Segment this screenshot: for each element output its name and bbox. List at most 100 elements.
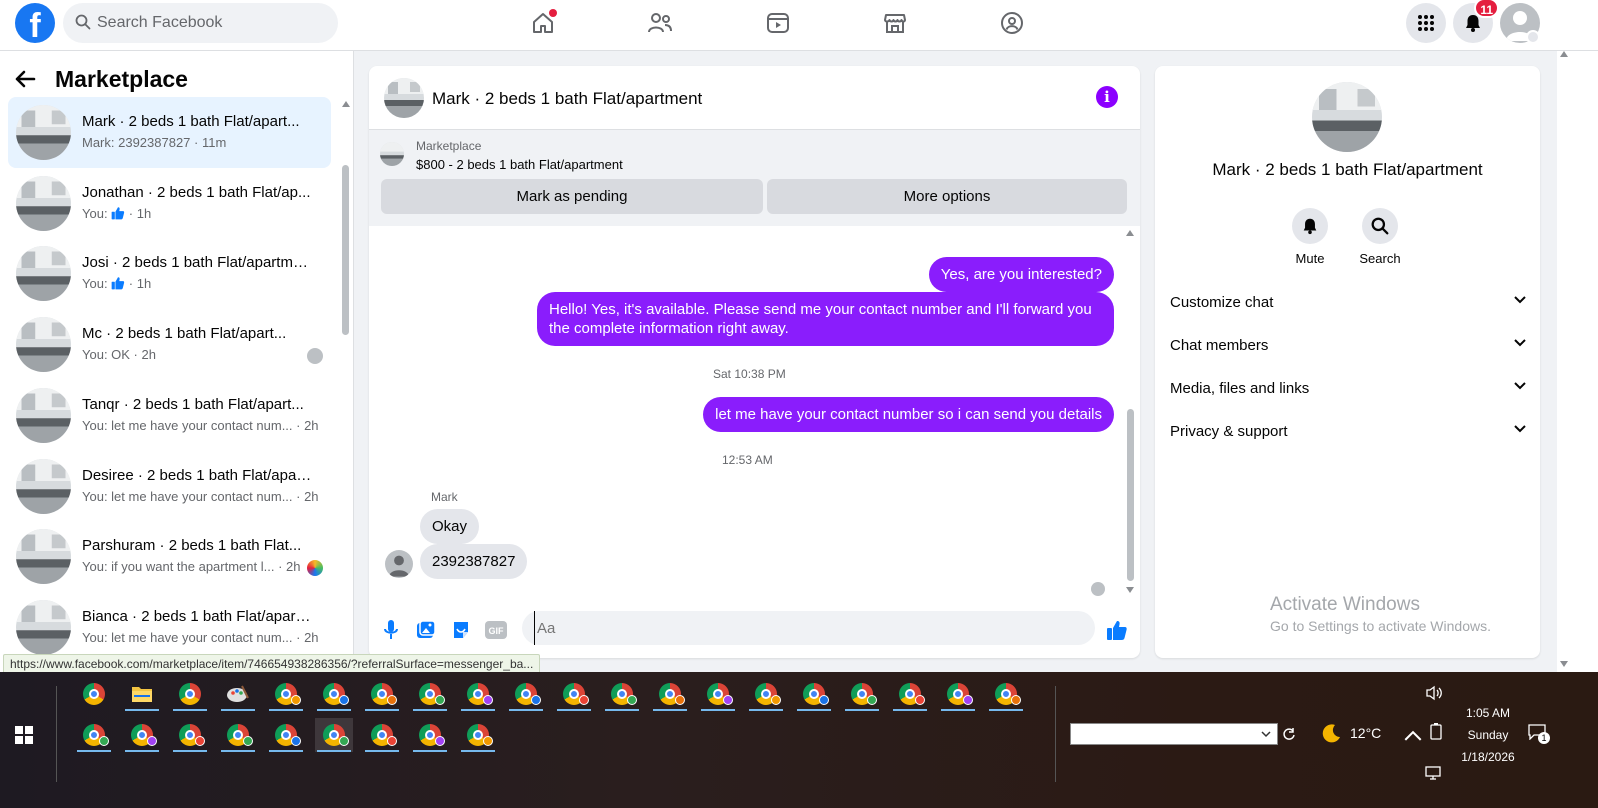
more-options-button[interactable]: More options: [767, 179, 1127, 214]
nav-friends[interactable]: [642, 7, 678, 39]
chat-header: Mark · 2 beds 1 bath Flat/apartment i: [369, 66, 1140, 130]
nav-groups[interactable]: [994, 7, 1030, 39]
scroll-down-arrow-icon[interactable]: [1560, 661, 1568, 667]
scroll-down-arrow-icon[interactable]: [1126, 587, 1134, 593]
taskbar-chrome-window[interactable]: [363, 718, 401, 752]
message-field[interactable]: [522, 611, 1095, 645]
taskbar-chrome-window[interactable]: [555, 677, 593, 711]
nav-video[interactable]: [760, 7, 796, 39]
taskbar-chrome-window[interactable]: [75, 677, 113, 711]
volume-icon[interactable]: [1425, 684, 1443, 702]
scroll-up-arrow-icon[interactable]: [342, 101, 350, 107]
mute-button[interactable]: Mute: [1280, 208, 1340, 266]
message-incoming[interactable]: Okay: [420, 509, 480, 544]
action-center-button[interactable]: 1: [1528, 724, 1550, 744]
taskbar-chrome-window[interactable]: [843, 677, 881, 711]
conversation-item[interactable]: Mark · 2 beds 1 bath Flat/apart... Mark: …: [8, 97, 331, 168]
nav-home[interactable]: [525, 7, 561, 39]
taskbar-chrome-window[interactable]: [171, 677, 209, 711]
photo-icon[interactable]: [414, 618, 438, 642]
taskbar-chrome-window[interactable]: [459, 718, 497, 752]
refresh-icon[interactable]: [1282, 727, 1296, 741]
conversation-item[interactable]: Bianca · 2 beds 1 bath Flat/apart... You:…: [8, 592, 331, 663]
taskbar-chrome-window[interactable]: [363, 677, 401, 711]
taskbar-paint[interactable]: [219, 677, 257, 711]
taskbar-chrome-window[interactable]: [315, 718, 353, 752]
listing-mini-thumbnail[interactable]: [380, 142, 404, 166]
windows-start-icon[interactable]: [15, 726, 33, 744]
conversation-item[interactable]: Josi · 2 beds 1 bath Flat/apartme... You:…: [8, 238, 331, 309]
system-clock[interactable]: 1:05 AM Sunday 1/18/2026: [1448, 702, 1528, 768]
taskbar-chrome-window[interactable]: [939, 677, 977, 711]
info-section-row[interactable]: Chat members: [1170, 331, 1526, 361]
sidebar-scrollbar[interactable]: [342, 101, 350, 686]
taskbar-chrome-window[interactable]: [747, 677, 785, 711]
profile-badge-icon: [387, 695, 397, 705]
page-scrollbar[interactable]: [1557, 51, 1598, 672]
taskbar-chrome-window[interactable]: [171, 718, 209, 752]
microphone-icon[interactable]: [379, 618, 403, 642]
taskbar-chrome-window[interactable]: [891, 677, 929, 711]
chat-scrollbar[interactable]: [1126, 226, 1135, 596]
weather-widget[interactable]: 12°C: [1320, 722, 1381, 744]
info-icon[interactable]: i: [1096, 86, 1118, 108]
conversation-item[interactable]: Tanqr · 2 beds 1 bath Flat/apart... You: …: [8, 380, 331, 451]
taskbar-chrome-window[interactable]: [987, 677, 1025, 711]
message-incoming[interactable]: 2392387827: [420, 544, 528, 579]
notifications-button[interactable]: 11: [1453, 0, 1499, 43]
marketplace-label: Marketplace: [416, 139, 482, 153]
network-icon[interactable]: [1425, 764, 1443, 782]
gif-icon[interactable]: GIF: [484, 618, 508, 642]
search-box[interactable]: [63, 3, 338, 43]
menu-button[interactable]: [1406, 3, 1446, 43]
taskbar-chrome-window[interactable]: [603, 677, 641, 711]
taskbar-chrome-window[interactable]: [315, 677, 353, 711]
info-section-row[interactable]: Media, files and links: [1170, 374, 1526, 404]
like-icon[interactable]: [1105, 618, 1129, 642]
taskbar-chrome-window[interactable]: [411, 677, 449, 711]
scroll-up-arrow-icon[interactable]: [1560, 51, 1568, 57]
scroll-up-arrow-icon[interactable]: [1126, 230, 1134, 236]
taskbar-chrome-window[interactable]: [795, 677, 833, 711]
chat-scrollbar-thumb[interactable]: [1127, 409, 1134, 581]
conversation-item[interactable]: Mc · 2 beds 1 bath Flat/apart... You: OK …: [8, 309, 331, 380]
facebook-logo[interactable]: f: [15, 3, 55, 43]
taskbar-chrome-window[interactable]: [123, 718, 161, 752]
taskbar-file-explorer[interactable]: [123, 677, 161, 711]
mark-as-pending-button[interactable]: Mark as pending: [381, 179, 763, 214]
message-outgoing[interactable]: Hello! Yes, it's available. Please send …: [537, 292, 1114, 346]
search-conversation-button[interactable]: Search: [1350, 208, 1410, 266]
taskbar-chrome-window[interactable]: [699, 677, 737, 711]
taskbar-chrome-window[interactable]: [267, 718, 305, 752]
taskbar-chrome-window[interactable]: [411, 718, 449, 752]
sticker-icon[interactable]: [449, 618, 473, 642]
search-input[interactable]: [97, 3, 327, 43]
taskbar-address-box[interactable]: [1070, 723, 1278, 745]
message-input[interactable]: [534, 611, 1054, 645]
chevron-down-icon[interactable]: [1261, 731, 1271, 738]
listing-price-title[interactable]: $800 - 2 beds 1 bath Flat/apartment: [416, 157, 623, 172]
conversation-item[interactable]: Parshuram · 2 beds 1 bath Flat... You: if…: [8, 521, 331, 592]
taskbar-chrome-window[interactable]: [75, 718, 113, 752]
back-arrow-icon[interactable]: [14, 64, 44, 94]
info-section-row[interactable]: Privacy & support: [1170, 417, 1526, 447]
chevron-up-icon[interactable]: [1404, 727, 1422, 745]
taskbar-chrome-window[interactable]: [219, 718, 257, 752]
battery-icon[interactable]: [1427, 722, 1445, 740]
info-section-row[interactable]: Customize chat: [1170, 288, 1526, 318]
conversation-item[interactable]: Desiree · 2 beds 1 bath Flat/apar... You:…: [8, 451, 331, 522]
sidebar-scrollbar-thumb[interactable]: [342, 165, 349, 335]
message-outgoing[interactable]: let me have your contact number so i can…: [703, 397, 1114, 432]
chevron-down-icon[interactable]: [1526, 30, 1540, 44]
sender-avatar[interactable]: [385, 550, 413, 578]
taskbar-chrome-window[interactable]: [507, 677, 545, 711]
nav-marketplace[interactable]: [877, 7, 913, 39]
listing-thumbnail[interactable]: [384, 78, 424, 118]
taskbar-chrome-window[interactable]: [651, 677, 689, 711]
conversation-item[interactable]: Jonathan · 2 beds 1 bath Flat/ap... You: …: [8, 168, 331, 239]
taskbar-chrome-window[interactable]: [267, 677, 305, 711]
listing-large-thumbnail[interactable]: [1312, 82, 1382, 152]
chat-title[interactable]: Mark · 2 beds 1 bath Flat/apartment: [432, 89, 702, 109]
message-outgoing[interactable]: Yes, are you interested?: [928, 257, 1114, 292]
taskbar-chrome-window[interactable]: [459, 677, 497, 711]
